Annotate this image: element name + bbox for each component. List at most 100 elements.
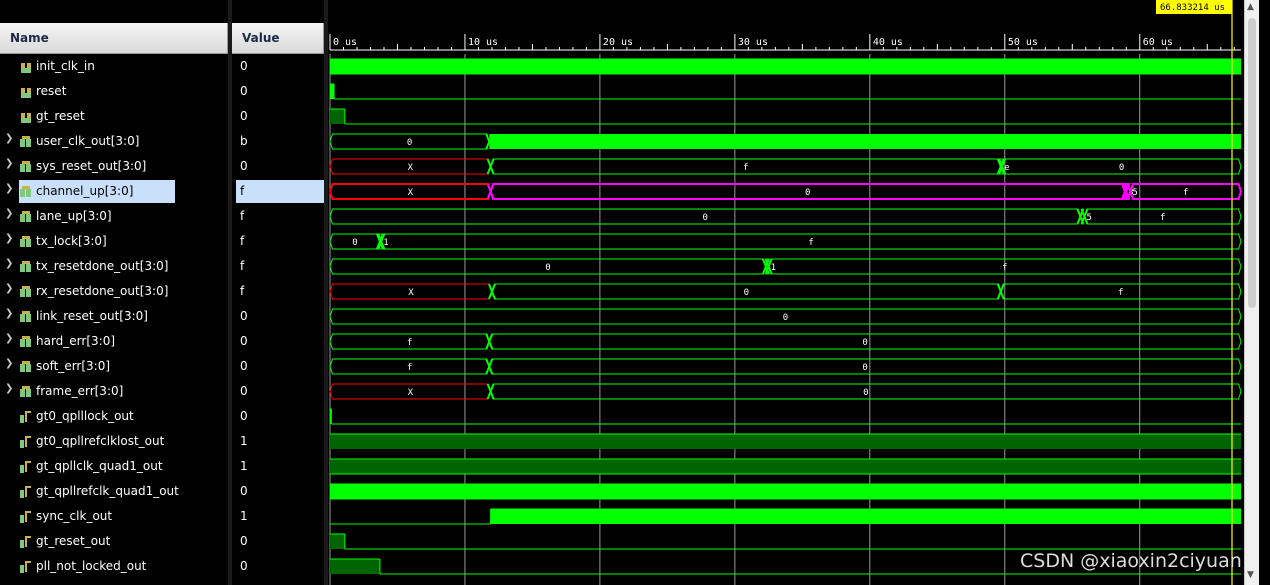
signal-row[interactable]: ❯ user_clk_out[3:0] [0,129,228,154]
signal-value-row[interactable]: b [232,129,324,154]
signal-value: 1 [240,459,248,473]
bus-value-label: X [408,388,414,398]
bus-value-label: f [808,238,813,248]
signal-row[interactable]: ❯ tx_resetdone_out[3:0] [0,254,228,279]
chevron-right-icon[interactable]: ❯ [5,308,13,319]
value-column-header[interactable]: Value [232,23,324,54]
signal-value-row[interactable]: 1 [232,504,324,529]
signal-value-row[interactable]: 0 [232,479,324,504]
signal-value-row[interactable]: f [232,179,324,204]
signal-value-row[interactable]: 1 [232,429,324,454]
signal-value: 0 [240,484,248,498]
bit-signal-icon [19,109,33,123]
signal-row[interactable]: ❯ lane_up[3:0] [0,204,228,229]
signal-value-row[interactable]: 0 [232,354,324,379]
ruler-tick-label: 10 us [468,37,498,48]
signal-row[interactable]: gt0_qplllock_out [0,404,228,429]
signal-value: 0 [240,109,248,123]
signal-row[interactable]: gt0_qpllrefclklost_out [0,429,228,454]
chevron-right-icon[interactable]: ❯ [5,358,13,369]
bus-signal-icon [19,359,33,373]
signal-value: f [240,184,245,198]
signal-value: f [240,234,245,248]
bus-value-label: 0 [545,263,550,273]
signal-name: gt_reset [36,109,85,123]
chevron-right-icon[interactable]: ❯ [5,158,13,169]
signal-name: gt_qpllrefclk_quad1_out [36,484,179,498]
signal-value: b [240,134,248,148]
signal-row[interactable]: ❯ link_reset_out[3:0] [0,304,228,329]
signal-value: 0 [240,309,248,323]
bus-value-label: X [408,188,414,198]
bus-value-label: 0 [783,313,788,323]
signal-row[interactable]: reset [0,79,228,104]
signal-value: 0 [240,159,248,173]
waveform-canvas[interactable]: 0 us 10 us 20 us 30 us 40 us 50 us 60 us0X f e 0X… [328,0,1244,585]
ruler-tick-label: 60 us [1143,37,1173,48]
signal-value-row[interactable]: 0 [232,104,324,129]
scrollbar-thumb[interactable] [1248,18,1256,308]
bus-value-label: X [408,288,414,298]
signal-row[interactable]: pll_not_locked_out [0,554,228,579]
ruler-tick-label: 50 us [1008,37,1038,48]
signal-value-row[interactable]: 0 [232,554,324,579]
output-signal-icon [19,509,33,523]
scroll-up-icon[interactable]: ▲ [1247,2,1254,12]
chevron-right-icon[interactable]: ❯ [5,208,13,219]
waveform-high-fill [330,534,345,549]
signal-value-row[interactable]: 0 [232,404,324,429]
signal-value: 0 [240,59,248,73]
bus-value-label: 0 [744,288,749,298]
output-signal-icon [19,559,33,573]
waveform-high-fill [330,559,380,574]
signal-row[interactable]: gt_qpllclk_quad1_out [0,454,228,479]
signal-row[interactable]: ❯ soft_err[3:0] [0,354,228,379]
signal-value-row[interactable]: 0 [232,304,324,329]
signal-value-row[interactable]: 1 [232,454,324,479]
signal-row[interactable]: init_clk_in [0,54,228,79]
bus-value-label: f [1183,188,1188,198]
signal-value-row[interactable]: 0 [232,54,324,79]
signal-row[interactable]: gt_reset [0,104,228,129]
signal-value-row[interactable]: 0 [232,79,324,104]
signal-value-row[interactable]: 0 [232,154,324,179]
bus-value-label: 0 [862,338,867,348]
waveform-panel[interactable]: 0 us 10 us 20 us 30 us 40 us 50 us 60 us 0 Xf e 0 X… [328,0,1244,585]
name-column-header[interactable]: Name [0,23,228,54]
signal-value-row[interactable]: 0 [232,329,324,354]
bus-value-label: f [743,163,748,173]
bit-signal-icon [19,59,33,73]
chevron-right-icon[interactable]: ❯ [5,133,13,144]
signal-row[interactable]: ❯ hard_err[3:0] [0,329,228,354]
signal-value-row[interactable]: 0 [232,379,324,404]
chevron-right-icon[interactable]: ❯ [5,258,13,269]
bus-value-label: f [407,338,412,348]
signal-row[interactable]: ❯ frame_err[3:0] [0,379,228,404]
signal-value-row[interactable]: f [232,229,324,254]
signal-row[interactable]: ❯ tx_lock[3:0] [0,229,228,254]
chevron-right-icon[interactable]: ❯ [5,333,13,344]
signal-row[interactable]: sync_clk_out [0,504,228,529]
scroll-down-icon[interactable]: ▼ [1247,570,1254,580]
output-signal-icon [19,484,33,498]
chevron-right-icon[interactable]: ❯ [5,283,13,294]
signal-name: tx_lock[3:0] [36,234,107,248]
signal-value-row[interactable]: f [232,204,324,229]
chevron-right-icon[interactable]: ❯ [5,183,13,194]
signal-value-row[interactable]: 0 [232,529,324,554]
clock-waveform [330,459,1241,474]
signal-row[interactable]: gt_qpllrefclk_quad1_out [0,479,228,504]
chevron-right-icon[interactable]: ❯ [5,383,13,394]
signal-value-row[interactable]: f [232,279,324,304]
bus-signal-icon [19,159,33,173]
signal-name: frame_err[3:0] [36,384,124,398]
signal-row[interactable]: ❯ channel_up[3:0] [0,179,228,204]
chevron-right-icon[interactable]: ❯ [5,233,13,244]
signal-value-row[interactable]: f [232,254,324,279]
signal-value: 1 [240,509,248,523]
signal-row[interactable]: ❯ sys_reset_out[3:0] [0,154,228,179]
ruler-tick-label: 40 us [873,37,903,48]
vertical-scrollbar[interactable]: ▲ ▼ [1244,0,1259,585]
signal-row[interactable]: gt_reset_out [0,529,228,554]
signal-row[interactable]: ❯ rx_resetdone_out[3:0] [0,279,228,304]
